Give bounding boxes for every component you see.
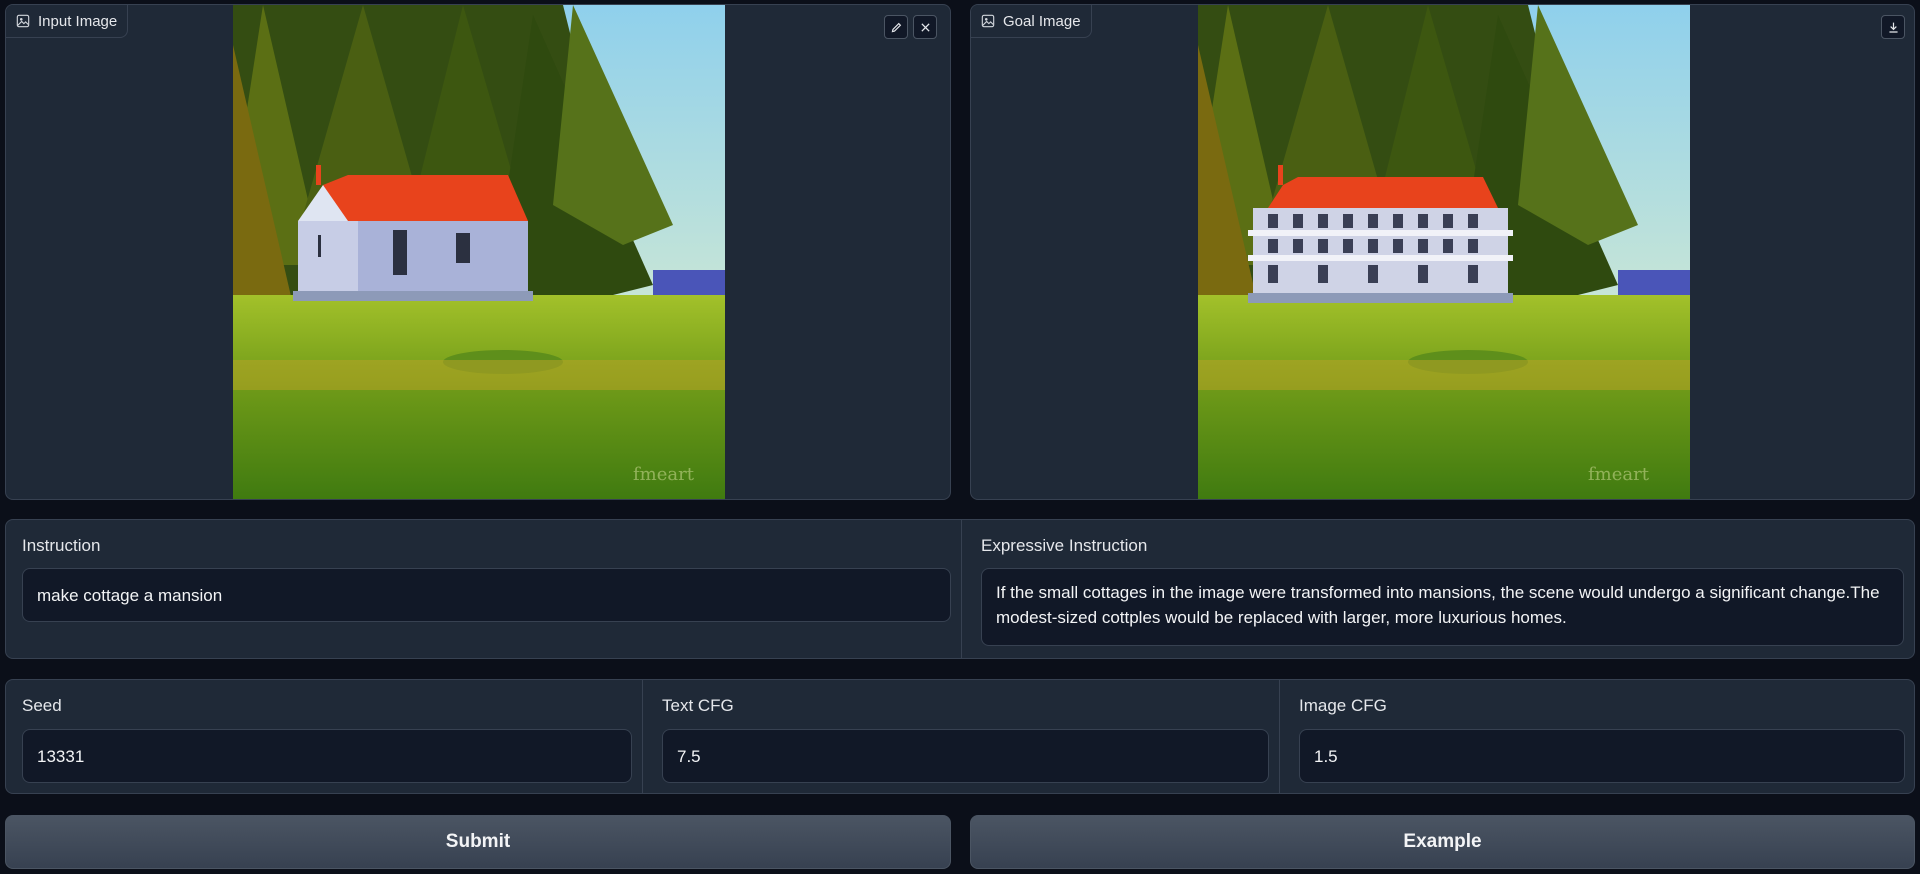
image-icon — [16, 14, 30, 28]
instruction-block: Instruction make cottage a mansion Expre… — [5, 519, 1915, 659]
goal-image-title: Goal Image — [1003, 12, 1081, 30]
instruction-column: Instruction make cottage a mansion — [6, 520, 961, 658]
text-cfg-label: Text CFG — [662, 696, 734, 715]
clear-button[interactable] — [913, 15, 937, 39]
svg-text:fmeart: fmeart — [1588, 464, 1650, 485]
image-cfg-input[interactable]: 1.5 — [1299, 729, 1905, 783]
example-button[interactable]: Example — [970, 815, 1915, 869]
input-image-title: Input Image — [38, 12, 118, 30]
text-cfg-input[interactable]: 7.5 — [662, 729, 1269, 783]
input-image: fmeart — [233, 5, 725, 499]
submit-button[interactable]: Submit — [5, 815, 951, 869]
instruction-field[interactable]: make cottage a mansion — [22, 568, 951, 622]
expressive-instruction-label: Expressive Instruction — [981, 536, 1148, 555]
seed-column: Seed 13331 — [6, 680, 642, 793]
parameters-block: Seed 13331 Text CFG 7.5 Image CFG 1.5 — [5, 679, 1915, 794]
text-cfg-column: Text CFG 7.5 — [643, 680, 1279, 793]
image-cfg-column: Image CFG 1.5 — [1280, 680, 1914, 793]
download-button[interactable] — [1881, 15, 1905, 39]
expressive-instruction-column: Expressive Instruction If the small cott… — [962, 520, 1914, 658]
pencil-icon — [891, 22, 901, 32]
image-cfg-label: Image CFG — [1299, 696, 1387, 715]
goal-image: fmeart — [1198, 5, 1690, 499]
download-icon — [1888, 22, 1898, 33]
goal-image-label: Goal Image — [971, 5, 1092, 38]
seed-input[interactable]: 13331 — [22, 729, 632, 783]
seed-label: Seed — [22, 696, 62, 715]
edit-button[interactable] — [884, 15, 908, 39]
expressive-instruction-field[interactable]: If the small cottages in the image were … — [981, 568, 1904, 646]
goal-image-panel[interactable]: Goal Image fmeart — [970, 4, 1915, 500]
instruction-label: Instruction — [22, 536, 101, 555]
svg-text:fmeart: fmeart — [633, 464, 695, 485]
close-icon — [920, 22, 930, 32]
input-image-panel[interactable]: Input Image fmeart — [5, 4, 951, 500]
image-icon — [981, 14, 995, 28]
input-image-label: Input Image — [6, 5, 129, 38]
